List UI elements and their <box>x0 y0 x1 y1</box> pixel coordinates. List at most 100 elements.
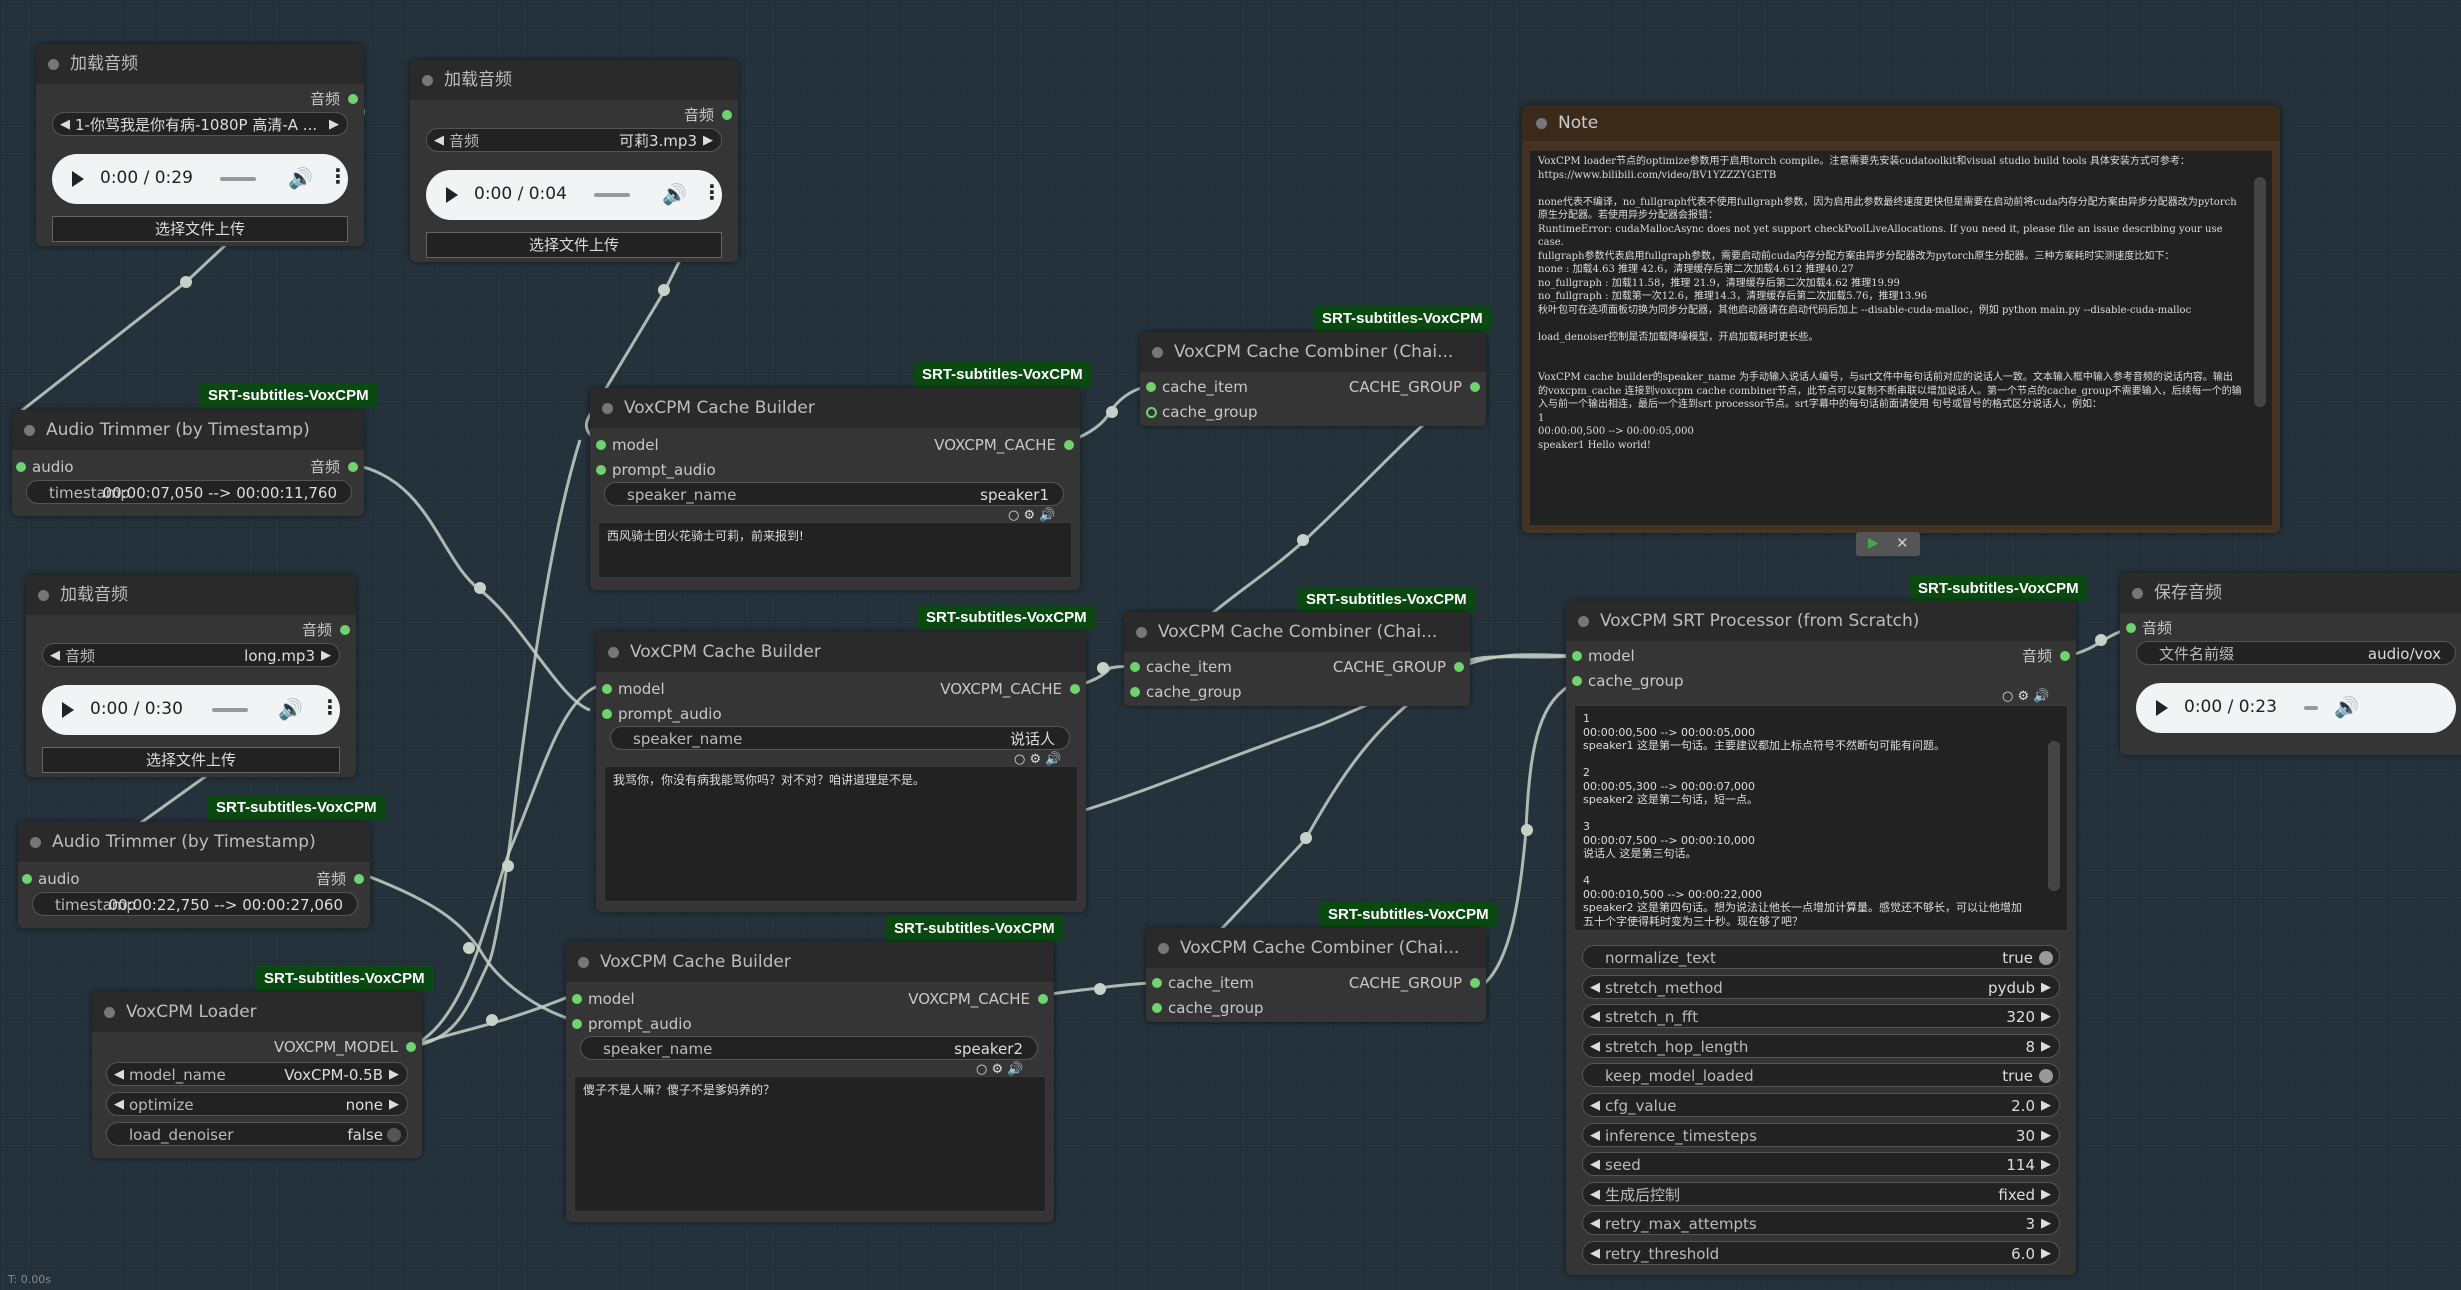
model-name-combo[interactable]: ◀ model_name VoxCPM-0.5B ▶ <box>106 1062 408 1086</box>
volume-icon[interactable]: 🔊 <box>288 166 313 190</box>
load-audio-node-3[interactable]: 加载音频 音频 ◀ 音频 long.mp3 ▶ 0:00 / 0:30 🔊 ⋮ 选择文件上… <box>26 575 356 777</box>
audio-input-slot[interactable] <box>22 874 32 884</box>
increment-arrow[interactable]: ▶ <box>2041 1005 2051 1029</box>
cache-item-input-slot[interactable] <box>1152 978 1162 988</box>
play-icon[interactable] <box>2156 700 2168 716</box>
node-title[interactable]: 加载音频 <box>26 575 356 615</box>
cache-item-input-slot[interactable] <box>1130 662 1140 672</box>
node-title[interactable]: VoxCPM Cache Combiner (Chai... <box>1124 612 1470 652</box>
node-title[interactable]: Audio Trimmer (by Timestamp) <box>12 410 364 450</box>
cache-group-input-slot[interactable] <box>1130 687 1140 697</box>
volume-icon[interactable]: 🔊 <box>2334 695 2359 719</box>
srt-text-area[interactable]: 1 00:00:00,500 --> 00:00:05,000 speaker1… <box>1574 705 2068 931</box>
timestamp-field[interactable]: timestamp 00:00:22,750 --> 00:00:27,060 <box>32 892 358 916</box>
cache-combiner-node-1[interactable]: VoxCPM Cache Combiner (Chai... cache_ite… <box>1140 332 1486 426</box>
save-audio-node[interactable]: 保存音频 音频 文件名前缀 audio/vox 0:00 / 0:23 🔊 <box>2120 573 2461 755</box>
collapse-dot[interactable] <box>2132 588 2143 599</box>
more-options-icon[interactable]: ⋮ <box>702 180 722 204</box>
audio-trimmer-node-1[interactable]: Audio Trimmer (by Timestamp) audio 音频 ti… <box>12 410 364 516</box>
volume-icon[interactable]: 🔊 <box>278 697 303 721</box>
speaker-name-field[interactable]: speaker_name speaker1 <box>604 482 1064 506</box>
textarea-tools[interactable]: ○ ⚙ 🔊 <box>1008 508 1055 523</box>
decrement-arrow[interactable]: ◀ <box>1590 1183 1600 1207</box>
audio-output-slot[interactable] <box>354 874 364 884</box>
increment-arrow[interactable]: ▶ <box>2041 1153 2051 1177</box>
processor-widget-cfg-value[interactable]: ◀ cfg_value 2.0 ▶ <box>1582 1093 2060 1117</box>
model-input-slot[interactable] <box>596 440 606 450</box>
node-title[interactable]: VoxCPM Cache Builder <box>596 632 1086 672</box>
play-icon[interactable] <box>446 187 458 203</box>
speaker-name-field[interactable]: speaker_name 说话人 <box>610 726 1070 750</box>
note-title[interactable]: Note <box>1522 105 2280 141</box>
progress-bar[interactable] <box>212 708 248 712</box>
cache-builder-node-2[interactable]: VoxCPM Cache Builder model VOXCPM_CACHE … <box>596 632 1086 912</box>
collapse-dot[interactable] <box>602 403 613 414</box>
voxcpm-loader-node[interactable]: VoxCPM Loader VOXCPM_MODEL ◀ model_name Vo… <box>92 992 422 1158</box>
cache-group-input-slot[interactable] <box>1572 676 1582 686</box>
node-title[interactable]: VoxCPM Cache Combiner (Chai... <box>1140 332 1486 372</box>
load-audio-node-1[interactable]: 加载音频 音频 ◀ 1-你骂我是你有病-1080P 高清-A ... ▶ 0:00 … <box>36 44 364 246</box>
cache-group-input-slot[interactable] <box>1146 407 1157 418</box>
collapse-dot[interactable] <box>1578 616 1589 627</box>
optimize-combo[interactable]: ◀ optimize none ▶ <box>106 1092 408 1116</box>
toggle-knob[interactable] <box>387 1128 401 1142</box>
increment-arrow[interactable]: ▶ <box>2041 1212 2051 1236</box>
node-title[interactable]: VoxCPM SRT Processor (from Scratch) <box>1566 601 2076 641</box>
audio-player[interactable]: 0:00 / 0:23 🔊 <box>2136 683 2456 733</box>
prompt-audio-input-slot[interactable] <box>602 709 612 719</box>
node-title[interactable]: Audio Trimmer (by Timestamp) <box>18 822 370 862</box>
collapse-dot[interactable] <box>104 1007 115 1018</box>
collapse-dot[interactable] <box>422 75 433 86</box>
collapse-dot[interactable] <box>30 837 41 848</box>
toggle-knob[interactable] <box>2039 951 2053 965</box>
upload-button[interactable]: 选择文件上传 <box>52 216 348 242</box>
note-controls[interactable]: ▶ ✕ <box>1856 532 1920 556</box>
processor-widget-stretch-hop-length[interactable]: ◀ stretch_hop_length 8 ▶ <box>1582 1033 2060 1059</box>
load-audio-node-2[interactable]: 加载音频 音频 ◀ 音频 可莉3.mp3 ▶ 0:00 / 0:04 🔊 ⋮ 选择文件上传 <box>410 60 738 262</box>
audio-input-slot[interactable] <box>16 462 26 472</box>
audio-output-slot[interactable] <box>2060 651 2070 661</box>
textarea-tools[interactable]: ○ ⚙ 🔊 <box>1014 752 1061 767</box>
processor-widget-retry-max-attempts[interactable]: ◀ retry_max_attempts 3 ▶ <box>1582 1211 2060 1236</box>
prompt-text-area[interactable]: 我骂你，你没有病我能骂你吗？对不对？咱讲道理是不是。 <box>604 766 1078 902</box>
processor-widget-stretch-n-fft[interactable]: ◀ stretch_n_fft 320 ▶ <box>1582 1004 2060 1029</box>
textarea-tools[interactable]: ○ ⚙ 🔊 <box>2002 689 2049 704</box>
filename-prefix-field[interactable]: 文件名前缀 audio/vox <box>2136 641 2456 665</box>
decrement-arrow[interactable]: ◀ <box>1590 1124 1600 1148</box>
model-input-slot[interactable] <box>602 684 612 694</box>
decrement-arrow[interactable]: ◀ <box>1590 1035 1600 1059</box>
volume-icon[interactable]: 🔊 <box>662 182 687 206</box>
prompt-text-area[interactable]: 西风骑士团火花骑士可莉，前来报到! <box>598 522 1072 578</box>
progress-bar[interactable] <box>220 177 256 181</box>
collapse-dot[interactable] <box>24 425 35 436</box>
processor-widget-keep-model-loaded[interactable]: keep_model_loaded true <box>1582 1063 2060 1088</box>
model-input-slot[interactable] <box>572 994 582 1004</box>
node-title[interactable]: VoxCPM Loader <box>92 992 422 1032</box>
cache-combiner-node-2[interactable]: VoxCPM Cache Combiner (Chai... cache_ite… <box>1124 612 1470 706</box>
processor-widget-inference-timesteps[interactable]: ◀ inference_timesteps 30 ▶ <box>1582 1122 2060 1148</box>
upload-button[interactable]: 选择文件上传 <box>426 232 722 258</box>
node-title[interactable]: VoxCPM Cache Builder <box>566 942 1054 982</box>
node-title[interactable]: 加载音频 <box>36 44 364 84</box>
cache-output-slot[interactable] <box>1038 994 1048 1004</box>
cache-group-output-slot[interactable] <box>1454 662 1464 672</box>
speaker-name-field[interactable]: speaker_name speaker2 <box>580 1036 1038 1060</box>
srt-scrollbar[interactable] <box>2048 741 2060 891</box>
textarea-tools[interactable]: ○ ⚙ 🔊 <box>976 1062 1023 1077</box>
audio-trimmer-node-2[interactable]: Audio Trimmer (by Timestamp) audio 音频 ti… <box>18 822 370 928</box>
audio-player[interactable]: 0:00 / 0:04 🔊 ⋮ <box>426 170 722 220</box>
collapse-dot[interactable] <box>1152 347 1163 358</box>
load-denoiser-toggle[interactable]: load_denoiser false <box>106 1122 408 1146</box>
collapse-dot[interactable] <box>608 647 619 658</box>
toggle-knob[interactable] <box>2039 1069 2053 1084</box>
decrement-arrow[interactable]: ◀ <box>1590 1242 1600 1266</box>
increment-arrow[interactable]: ▶ <box>2041 976 2051 1000</box>
close-icon[interactable]: ✕ <box>1896 534 1909 552</box>
decrement-arrow[interactable]: ◀ <box>1590 1153 1600 1177</box>
cache-builder-node-1[interactable]: VoxCPM Cache Builder model VOXCPM_CACHE … <box>590 388 1080 590</box>
cache-output-slot[interactable] <box>1070 684 1080 694</box>
progress-bar[interactable] <box>2304 706 2318 710</box>
processor-widget-stretch-method[interactable]: ◀ stretch_method pydub ▶ <box>1582 974 2060 1000</box>
note-scrollbar[interactable] <box>2254 177 2266 407</box>
audio-file-combo[interactable]: ◀ 音频 可莉3.mp3 ▶ <box>426 128 722 152</box>
